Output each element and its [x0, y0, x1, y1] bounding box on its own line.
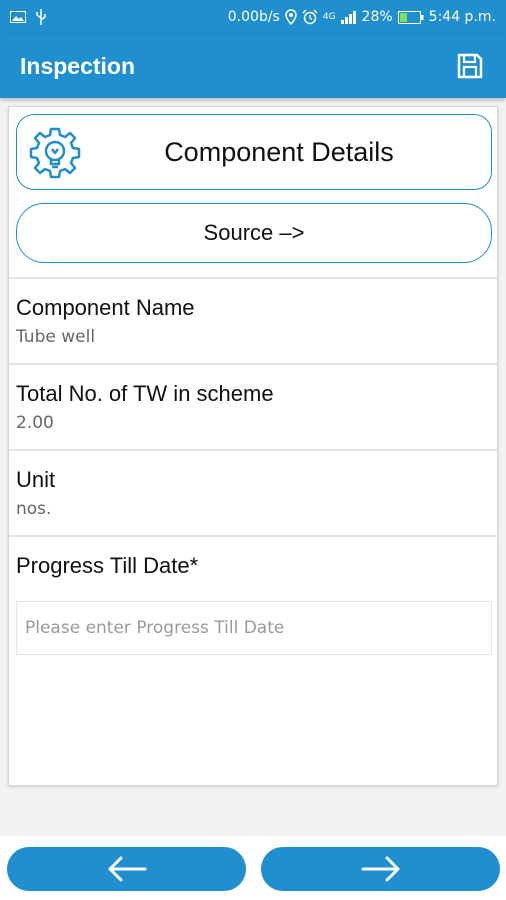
save-button[interactable] [454, 50, 486, 82]
signal-icon [340, 10, 357, 24]
component-details-header[interactable]: Component Details [16, 114, 492, 190]
alarm-icon [302, 9, 318, 25]
battery-percent: 28% [361, 9, 393, 25]
gear-lightbulb-icon [29, 127, 81, 179]
progress-input[interactable]: Please enter Progress Till Date [16, 601, 492, 655]
usb-icon [36, 9, 46, 25]
page-title: Inspection [20, 52, 136, 79]
field-total-tw: Total No. of TW in scheme 2.00 [9, 363, 497, 449]
next-button[interactable] [261, 847, 500, 891]
image-icon [10, 11, 26, 23]
progress-label: Progress Till Date* [16, 553, 199, 578]
location-icon [285, 9, 297, 25]
component-details-card: Component Details Source –> Component Na… [8, 106, 498, 786]
arrow-left-icon [108, 856, 146, 882]
app-bar: Inspection [0, 34, 506, 98]
save-icon [457, 53, 483, 79]
field-label: Unit [16, 467, 56, 492]
field-value: nos. [16, 499, 52, 519]
status-bar: 0.00b/s 4G 28% 5:44 p.m. [0, 0, 506, 34]
signal-label: 4G [322, 12, 336, 22]
field-progress: Progress Till Date* [9, 535, 497, 595]
field-component-name: Component Name Tube well [9, 277, 497, 363]
field-label: Total No. of TW in scheme [16, 381, 274, 406]
network-speed: 0.00b/s [227, 9, 280, 25]
clock: 5:44 p.m. [428, 9, 496, 25]
field-value: 2.00 [16, 413, 54, 433]
field-label: Component Name [16, 295, 195, 320]
field-value: Tube well [16, 327, 96, 347]
field-unit: Unit nos. [9, 449, 497, 535]
battery-icon [397, 10, 424, 24]
component-details-title: Component Details [164, 136, 394, 167]
source-button[interactable]: Source –> [16, 203, 492, 263]
previous-button[interactable] [7, 847, 246, 891]
arrow-right-icon [361, 856, 399, 882]
